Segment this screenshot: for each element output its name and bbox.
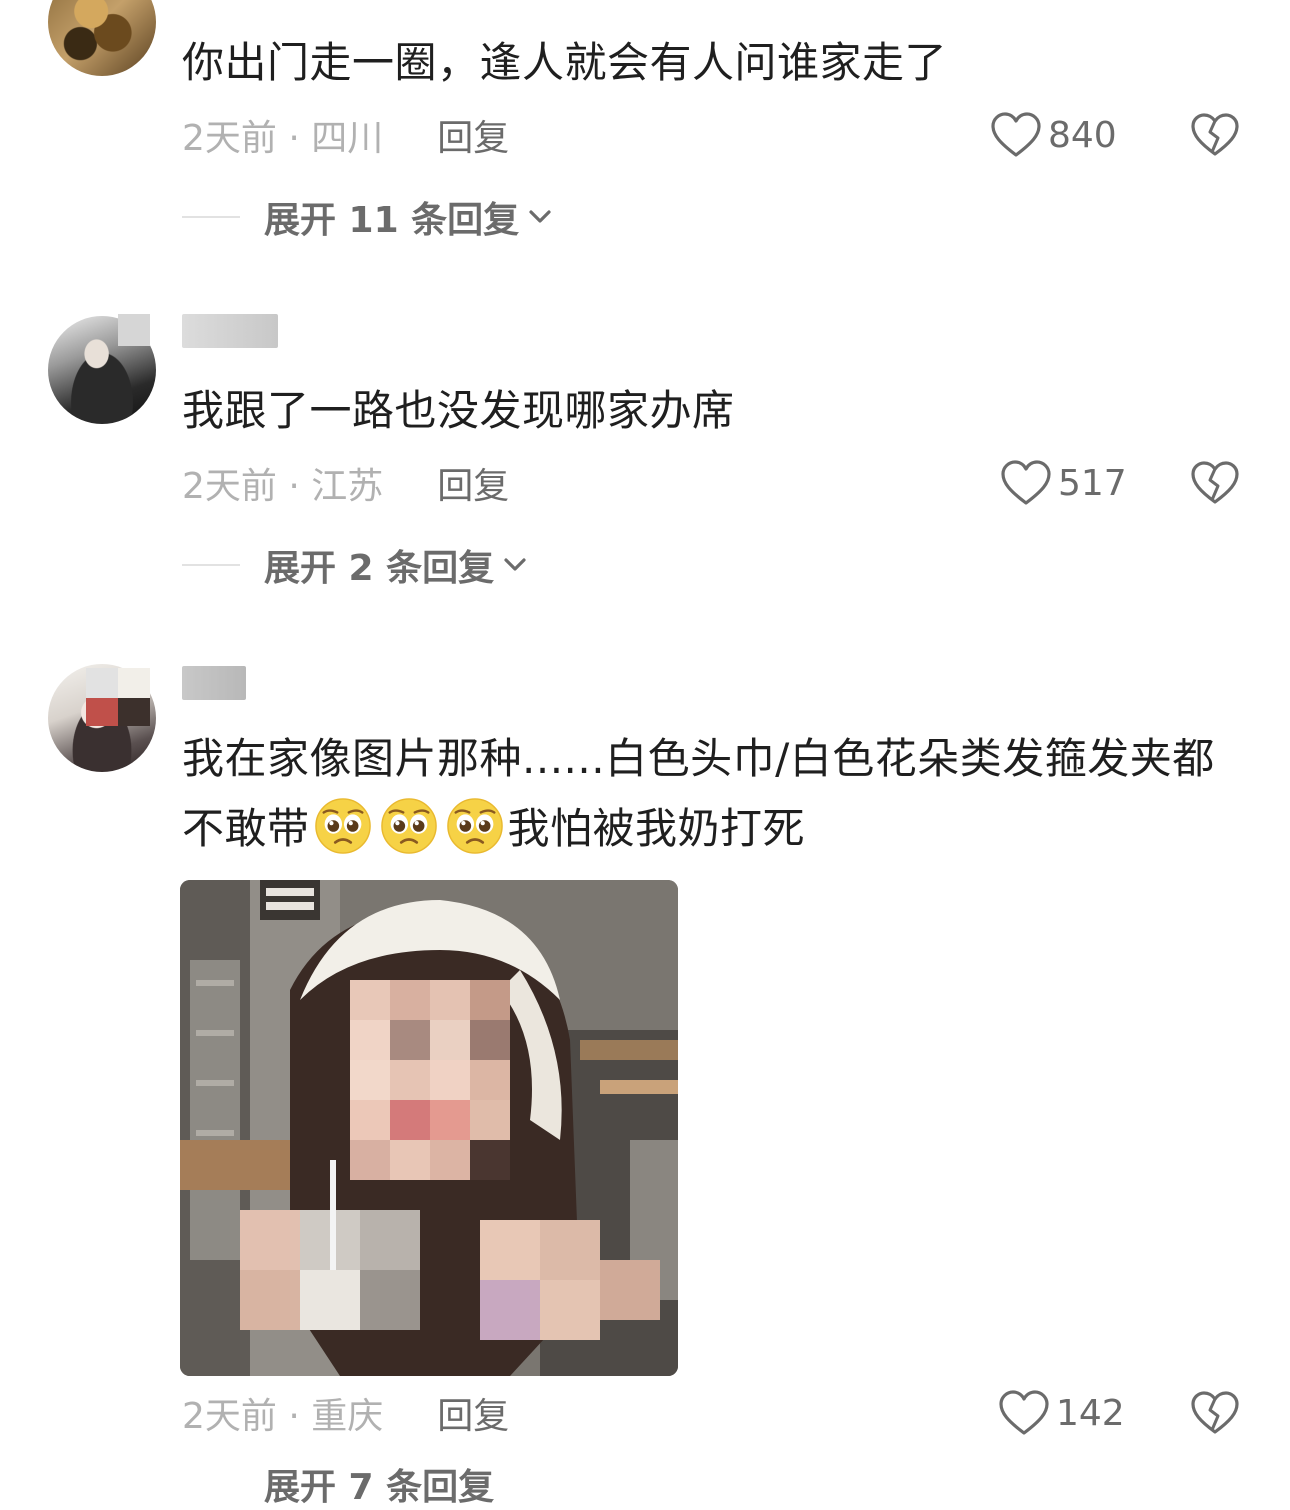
broken-heart-icon xyxy=(1191,1391,1239,1434)
broken-heart-icon xyxy=(1191,461,1239,504)
expand-replies-button[interactable]: 展开 7 条回复 xyxy=(264,1464,494,1508)
expand-label: 展开 11 条回复 xyxy=(264,200,520,241)
avatar-mosaic xyxy=(86,668,150,726)
chevron-down-icon xyxy=(504,558,526,571)
pleading-face-emoji xyxy=(380,798,437,854)
broken-heart-icon xyxy=(1191,113,1239,156)
photo-image xyxy=(180,880,678,1376)
comment-photo[interactable] xyxy=(180,880,678,1376)
pleading-face-emoji xyxy=(314,798,371,854)
comment-text-end: 我怕被我奶打死 xyxy=(507,804,806,853)
comment-text-line-2: 不敢带 我怕被我奶打死 xyxy=(182,794,1252,864)
time-location: 2天前 · 江苏 xyxy=(182,466,384,507)
dislike-button[interactable] xyxy=(1188,458,1242,508)
username-fragment[interactable] xyxy=(182,0,272,6)
like-button[interactable]: 840 xyxy=(990,110,1117,160)
comment-meta: 2天前 · 江苏 回复 xyxy=(182,458,509,508)
divider xyxy=(182,564,240,566)
dislike-button[interactable] xyxy=(1188,1388,1242,1438)
reply-button[interactable]: 回复 xyxy=(437,1387,509,1439)
like-count: 142 xyxy=(1056,1392,1125,1434)
expand-replies-button[interactable]: 展开 11 条回复 xyxy=(182,192,553,242)
comment-text: 我跟了一路也没发现哪家办席 xyxy=(182,386,735,435)
username-fragment xyxy=(220,348,300,356)
dislike-button[interactable] xyxy=(1188,110,1242,160)
avatar[interactable] xyxy=(48,0,156,76)
expand-replies-button[interactable]: 展开 2 条回复 xyxy=(182,540,528,590)
like-count: 517 xyxy=(1058,462,1127,504)
comment-text-start: 不敢带 xyxy=(182,804,310,853)
expand-label: 展开 7 条回复 xyxy=(264,1467,495,1508)
heart-outline-icon xyxy=(999,1390,1049,1435)
chevron-down-icon xyxy=(529,210,551,223)
like-count: 840 xyxy=(1048,114,1117,156)
comment-text: 你出门走一圈，逢人就会有人问谁家走了 xyxy=(182,38,948,87)
username-blurred[interactable] xyxy=(182,314,278,348)
heart-outline-icon xyxy=(991,112,1041,157)
reply-button[interactable]: 回复 xyxy=(437,109,509,161)
pleading-face-emoji xyxy=(446,798,503,854)
time-location: 2天前 · 四川 xyxy=(182,118,384,159)
comment-text: 我在家像图片那种......白色头巾/白色花朵类发箍发夹都 不敢带 我怕被我奶打… xyxy=(182,724,1252,864)
expand-label: 展开 2 条回复 xyxy=(264,548,495,589)
like-button[interactable]: 142 xyxy=(998,1388,1125,1438)
comment-text-line-1: 我在家像图片那种......白色头巾/白色花朵类发箍发夹都 xyxy=(182,734,1215,783)
avatar-mosaic xyxy=(118,314,150,346)
heart-outline-icon xyxy=(1001,460,1051,505)
comment-meta: 2天前 · 重庆 回复 xyxy=(182,1388,509,1438)
reply-button[interactable]: 回复 xyxy=(437,457,509,509)
comment-meta: 2天前 · 四川 回复 xyxy=(182,110,509,160)
username-blurred[interactable] xyxy=(182,666,246,700)
divider xyxy=(182,216,240,218)
time-location: 2天前 · 重庆 xyxy=(182,1396,384,1437)
like-button[interactable]: 517 xyxy=(1000,458,1127,508)
